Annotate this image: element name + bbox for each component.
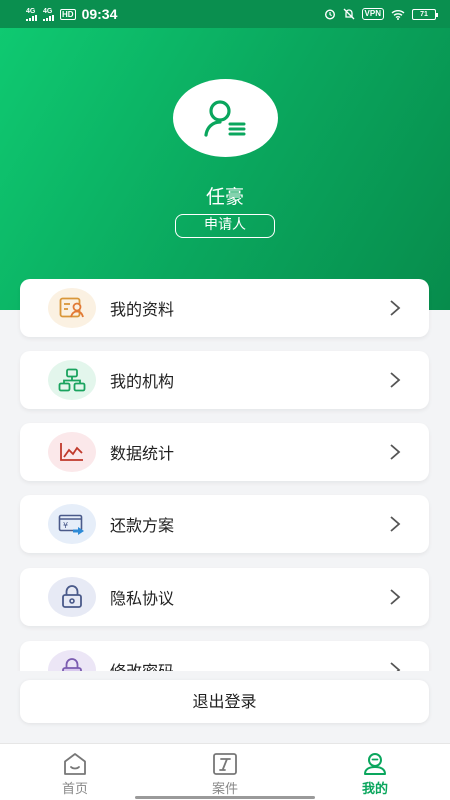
home-indicator — [135, 796, 315, 799]
signal-icon-2: 4G — [43, 8, 54, 21]
menu-item-privacy-agreement[interactable]: 隐私协议 — [20, 568, 429, 626]
chevron-right-icon — [389, 443, 401, 461]
clock: 09:34 — [81, 6, 118, 22]
vpn-badge: VPN — [361, 8, 384, 20]
home-icon — [64, 753, 86, 775]
menu-item-change-password[interactable]: 修改密码 — [20, 641, 429, 671]
case-icon — [213, 753, 237, 775]
tab-home[interactable]: 首页 — [0, 744, 150, 800]
user-icon — [364, 753, 386, 775]
wifi-icon — [391, 9, 405, 20]
status-bar: 4G 4G HD 09:34 VPN 71 — [0, 0, 450, 28]
repayment-plan-icon: ¥ — [48, 504, 96, 544]
tab-label: 首页 — [61, 782, 88, 797]
chevron-right-icon — [389, 588, 401, 606]
menu-list: 我的资料 我的机构 数据统计 ¥ 还款方案 隐私协议 修改密码 — [0, 279, 450, 671]
organization-icon — [48, 360, 96, 400]
line-chart-icon — [48, 432, 96, 472]
menu-label: 隐私协议 — [110, 589, 175, 608]
user-name: 任豪 — [205, 186, 244, 208]
chevron-right-icon — [389, 299, 401, 317]
menu-item-data-statistics[interactable]: 数据统计 — [20, 423, 429, 481]
signal-icon: 4G — [26, 8, 37, 21]
menu-item-my-profile[interactable]: 我的资料 — [20, 279, 429, 337]
menu-label: 我的机构 — [110, 372, 175, 391]
alarm-icon — [324, 9, 335, 20]
menu-item-my-organization[interactable]: 我的机构 — [20, 351, 429, 409]
lock-icon — [48, 577, 96, 617]
chevron-right-icon — [389, 661, 401, 671]
role-badge: 申请人 — [175, 214, 275, 238]
bottom-tab-bar: 首页 案件 我的 — [0, 743, 450, 800]
mute-icon — [343, 8, 355, 20]
password-lock-icon — [48, 650, 96, 671]
menu-label: 数据统计 — [110, 444, 175, 463]
menu-label: 还款方案 — [110, 516, 175, 535]
tab-label: 案件 — [211, 782, 238, 797]
menu-item-repayment-plan[interactable]: ¥ 还款方案 — [20, 495, 429, 553]
tab-label: 我的 — [361, 782, 388, 797]
svg-text:¥: ¥ — [63, 521, 68, 530]
menu-label: 我的资料 — [110, 300, 175, 319]
user-list-icon — [203, 100, 245, 137]
battery-icon: 71 — [412, 8, 438, 20]
avatar[interactable] — [173, 79, 278, 157]
menu-label: 修改密码 — [110, 658, 174, 671]
hd-badge: HD — [60, 8, 76, 20]
logout-button[interactable]: 退出登录 — [20, 680, 429, 723]
chevron-right-icon — [389, 515, 401, 533]
tab-cases[interactable]: 案件 — [150, 744, 300, 800]
chevron-right-icon — [389, 371, 401, 389]
profile-card-icon — [48, 288, 96, 328]
tab-mine[interactable]: 我的 — [300, 744, 450, 800]
